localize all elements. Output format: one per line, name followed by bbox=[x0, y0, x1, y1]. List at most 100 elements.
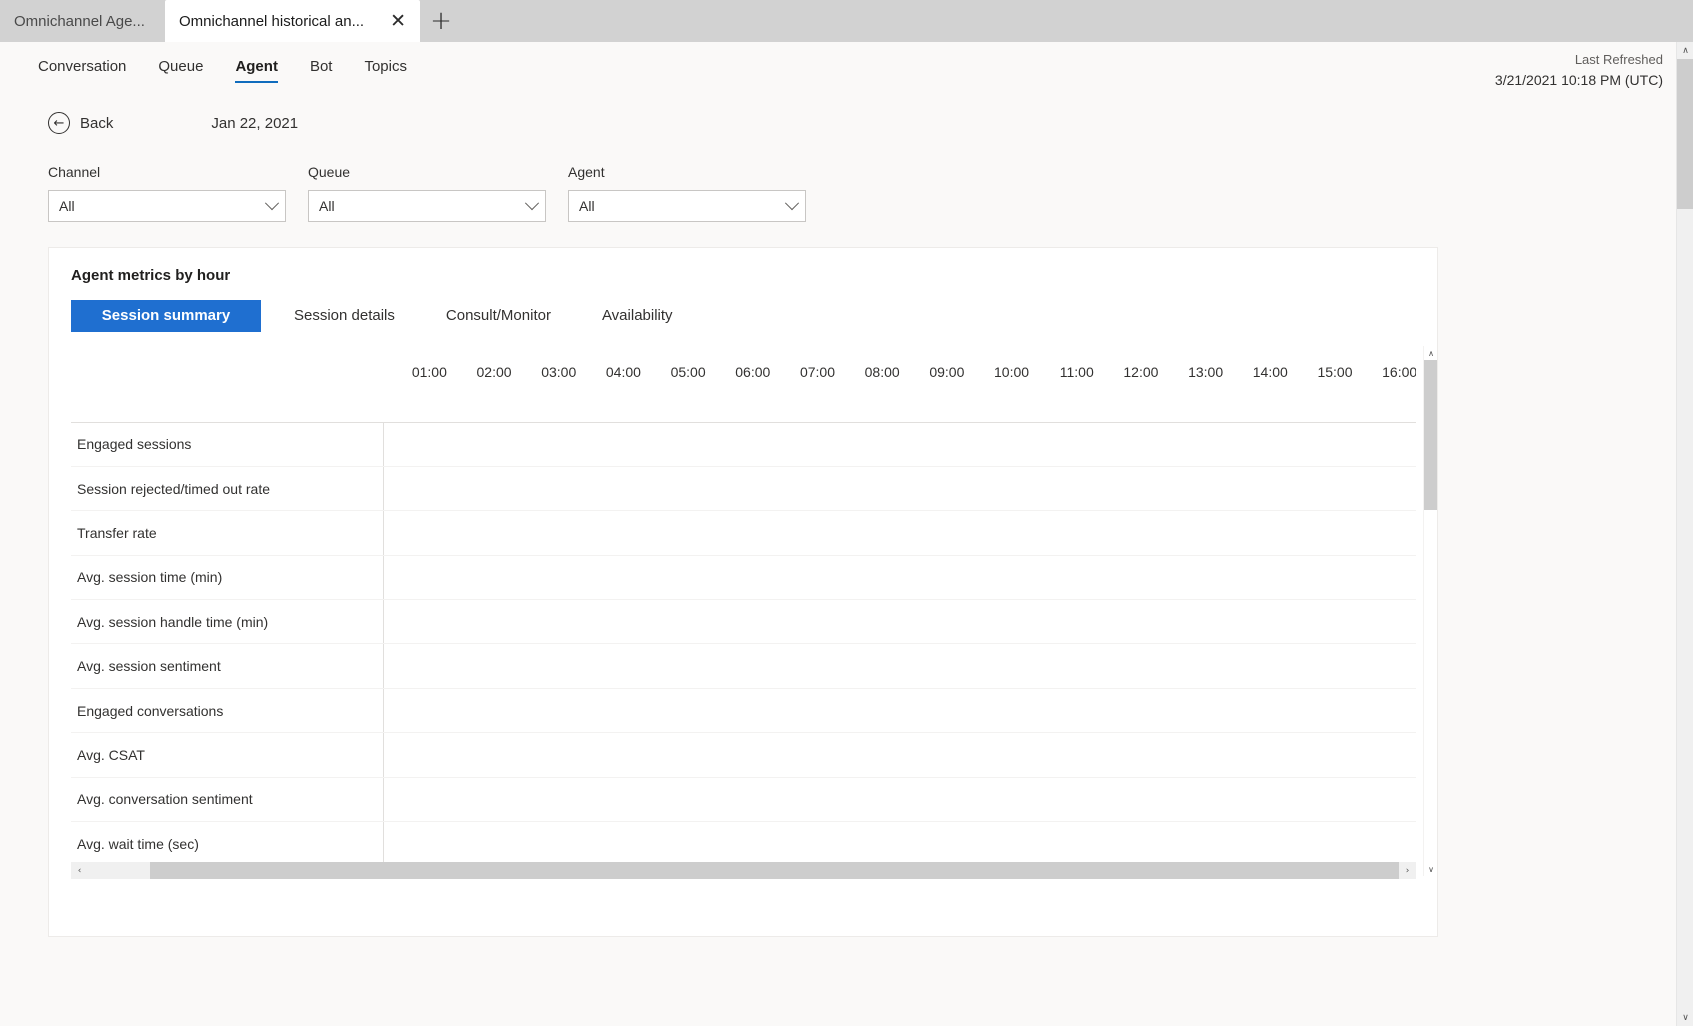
matrix-cell[interactable] bbox=[447, 599, 513, 645]
matrix-cell[interactable] bbox=[1094, 777, 1160, 823]
matrix-cell[interactable] bbox=[965, 510, 1031, 556]
matrix-cell[interactable] bbox=[512, 732, 578, 778]
page-vertical-scrollbar[interactable]: ∧ ∨ bbox=[1676, 42, 1693, 1026]
matrix-cell[interactable] bbox=[900, 555, 966, 601]
matrix-cell[interactable] bbox=[447, 466, 513, 512]
matrix-cell[interactable] bbox=[965, 777, 1031, 823]
matrix-cell[interactable] bbox=[836, 688, 901, 734]
matrix-cell[interactable] bbox=[577, 643, 642, 689]
matrix-cell[interactable] bbox=[383, 599, 448, 645]
matrix-cell[interactable] bbox=[900, 510, 966, 556]
matrix-cell[interactable] bbox=[512, 599, 578, 645]
matrix-column-header[interactable]: 02:00 bbox=[447, 346, 513, 423]
matrix-vscroll-thumb[interactable] bbox=[1424, 360, 1437, 510]
matrix-cell[interactable] bbox=[1159, 688, 1225, 734]
matrix-column-header[interactable]: 01:00 bbox=[383, 346, 448, 423]
matrix-row-header[interactable]: Avg. CSAT bbox=[71, 732, 384, 778]
matrix-cell[interactable] bbox=[577, 821, 642, 867]
tab-consult-monitor[interactable]: Consult/Monitor bbox=[428, 300, 569, 332]
matrix-cell[interactable] bbox=[1353, 688, 1416, 734]
matrix-cell[interactable] bbox=[836, 777, 901, 823]
matrix-column-header[interactable]: 14:00 bbox=[1224, 346, 1289, 423]
matrix-cell[interactable] bbox=[706, 599, 772, 645]
matrix-cell[interactable] bbox=[383, 777, 448, 823]
matrix-cell[interactable] bbox=[706, 688, 772, 734]
nav-item-agent[interactable]: Agent bbox=[219, 42, 294, 90]
page-vscroll-thumb[interactable] bbox=[1677, 59, 1693, 209]
matrix-cell[interactable] bbox=[1159, 821, 1225, 867]
matrix-cell[interactable] bbox=[706, 510, 772, 556]
matrix-cell[interactable] bbox=[1030, 821, 1095, 867]
matrix-cell[interactable] bbox=[1094, 555, 1160, 601]
matrix-cell[interactable] bbox=[447, 510, 513, 556]
matrix-cell[interactable] bbox=[1030, 422, 1095, 467]
nav-item-bot[interactable]: Bot bbox=[294, 42, 349, 90]
matrix-cell[interactable] bbox=[965, 422, 1031, 467]
matrix-row-header[interactable]: Avg. session sentiment bbox=[71, 643, 384, 689]
matrix-column-header[interactable]: 16:00 bbox=[1353, 346, 1416, 423]
matrix-cell[interactable] bbox=[1224, 555, 1289, 601]
matrix-row-header[interactable]: Transfer rate bbox=[71, 510, 384, 556]
matrix-vertical-scrollbar[interactable]: ∧ ∨ bbox=[1423, 346, 1437, 876]
matrix-cell[interactable] bbox=[1353, 599, 1416, 645]
matrix-cell[interactable] bbox=[900, 732, 966, 778]
matrix-column-header[interactable]: 07:00 bbox=[771, 346, 836, 423]
matrix-cell[interactable] bbox=[1353, 821, 1416, 867]
matrix-cell[interactable] bbox=[965, 688, 1031, 734]
matrix-cell[interactable] bbox=[512, 777, 578, 823]
matrix-cell[interactable] bbox=[1224, 422, 1289, 467]
matrix-cell[interactable] bbox=[512, 555, 578, 601]
matrix-cell[interactable] bbox=[1159, 422, 1225, 467]
matrix-cell[interactable] bbox=[1224, 821, 1289, 867]
plus-icon[interactable]: + bbox=[420, 0, 462, 42]
matrix-cell[interactable] bbox=[1353, 643, 1416, 689]
matrix-cell[interactable] bbox=[641, 821, 707, 867]
matrix-cell[interactable] bbox=[1288, 510, 1354, 556]
matrix-cell[interactable] bbox=[706, 732, 772, 778]
matrix-cell[interactable] bbox=[1094, 466, 1160, 512]
metrics-matrix-viewport[interactable]: 01:00 02:00 03:00 04:00 05:00 06:00 07:00 08:00… bbox=[71, 346, 1416, 876]
matrix-row-header[interactable]: Session rejected/timed out rate bbox=[71, 466, 384, 512]
matrix-cell[interactable] bbox=[1030, 555, 1095, 601]
matrix-column-header[interactable]: 10:00 bbox=[965, 346, 1031, 423]
matrix-hscroll-thumb[interactable] bbox=[150, 862, 1399, 879]
matrix-cell[interactable] bbox=[1288, 777, 1354, 823]
browser-tab-1[interactable]: Omnichannel historical an... ✕ bbox=[165, 0, 420, 42]
matrix-cell[interactable] bbox=[447, 777, 513, 823]
matrix-cell[interactable] bbox=[577, 555, 642, 601]
matrix-cell[interactable] bbox=[836, 732, 901, 778]
matrix-cell[interactable] bbox=[1159, 732, 1225, 778]
matrix-cell[interactable] bbox=[900, 599, 966, 645]
matrix-cell[interactable] bbox=[383, 555, 448, 601]
matrix-cell[interactable] bbox=[447, 422, 513, 467]
matrix-cell[interactable] bbox=[447, 643, 513, 689]
matrix-cell[interactable] bbox=[771, 821, 836, 867]
scroll-down-icon[interactable]: ∨ bbox=[1677, 1009, 1693, 1026]
matrix-cell[interactable] bbox=[965, 821, 1031, 867]
matrix-cell[interactable] bbox=[512, 510, 578, 556]
matrix-cell[interactable] bbox=[771, 510, 836, 556]
matrix-cell[interactable] bbox=[641, 732, 707, 778]
matrix-cell[interactable] bbox=[706, 466, 772, 512]
matrix-cell[interactable] bbox=[1353, 466, 1416, 512]
matrix-cell[interactable] bbox=[771, 422, 836, 467]
matrix-cell[interactable] bbox=[447, 732, 513, 778]
back-button[interactable]: ← Back bbox=[48, 112, 113, 134]
matrix-cell[interactable] bbox=[641, 466, 707, 512]
matrix-cell[interactable] bbox=[577, 510, 642, 556]
matrix-cell[interactable] bbox=[1030, 466, 1095, 512]
matrix-cell[interactable] bbox=[1030, 777, 1095, 823]
matrix-cell[interactable] bbox=[1159, 599, 1225, 645]
matrix-cell[interactable] bbox=[1288, 821, 1354, 867]
matrix-cell[interactable] bbox=[1094, 510, 1160, 556]
nav-item-conversation[interactable]: Conversation bbox=[22, 42, 142, 90]
matrix-cell[interactable] bbox=[577, 688, 642, 734]
matrix-cell[interactable] bbox=[1224, 466, 1289, 512]
matrix-cell[interactable] bbox=[900, 643, 966, 689]
matrix-cell[interactable] bbox=[383, 466, 448, 512]
channel-dropdown[interactable]: All bbox=[48, 190, 286, 222]
nav-item-topics[interactable]: Topics bbox=[348, 42, 423, 90]
matrix-cell[interactable] bbox=[1288, 732, 1354, 778]
matrix-cell[interactable] bbox=[383, 688, 448, 734]
matrix-cell[interactable] bbox=[836, 599, 901, 645]
